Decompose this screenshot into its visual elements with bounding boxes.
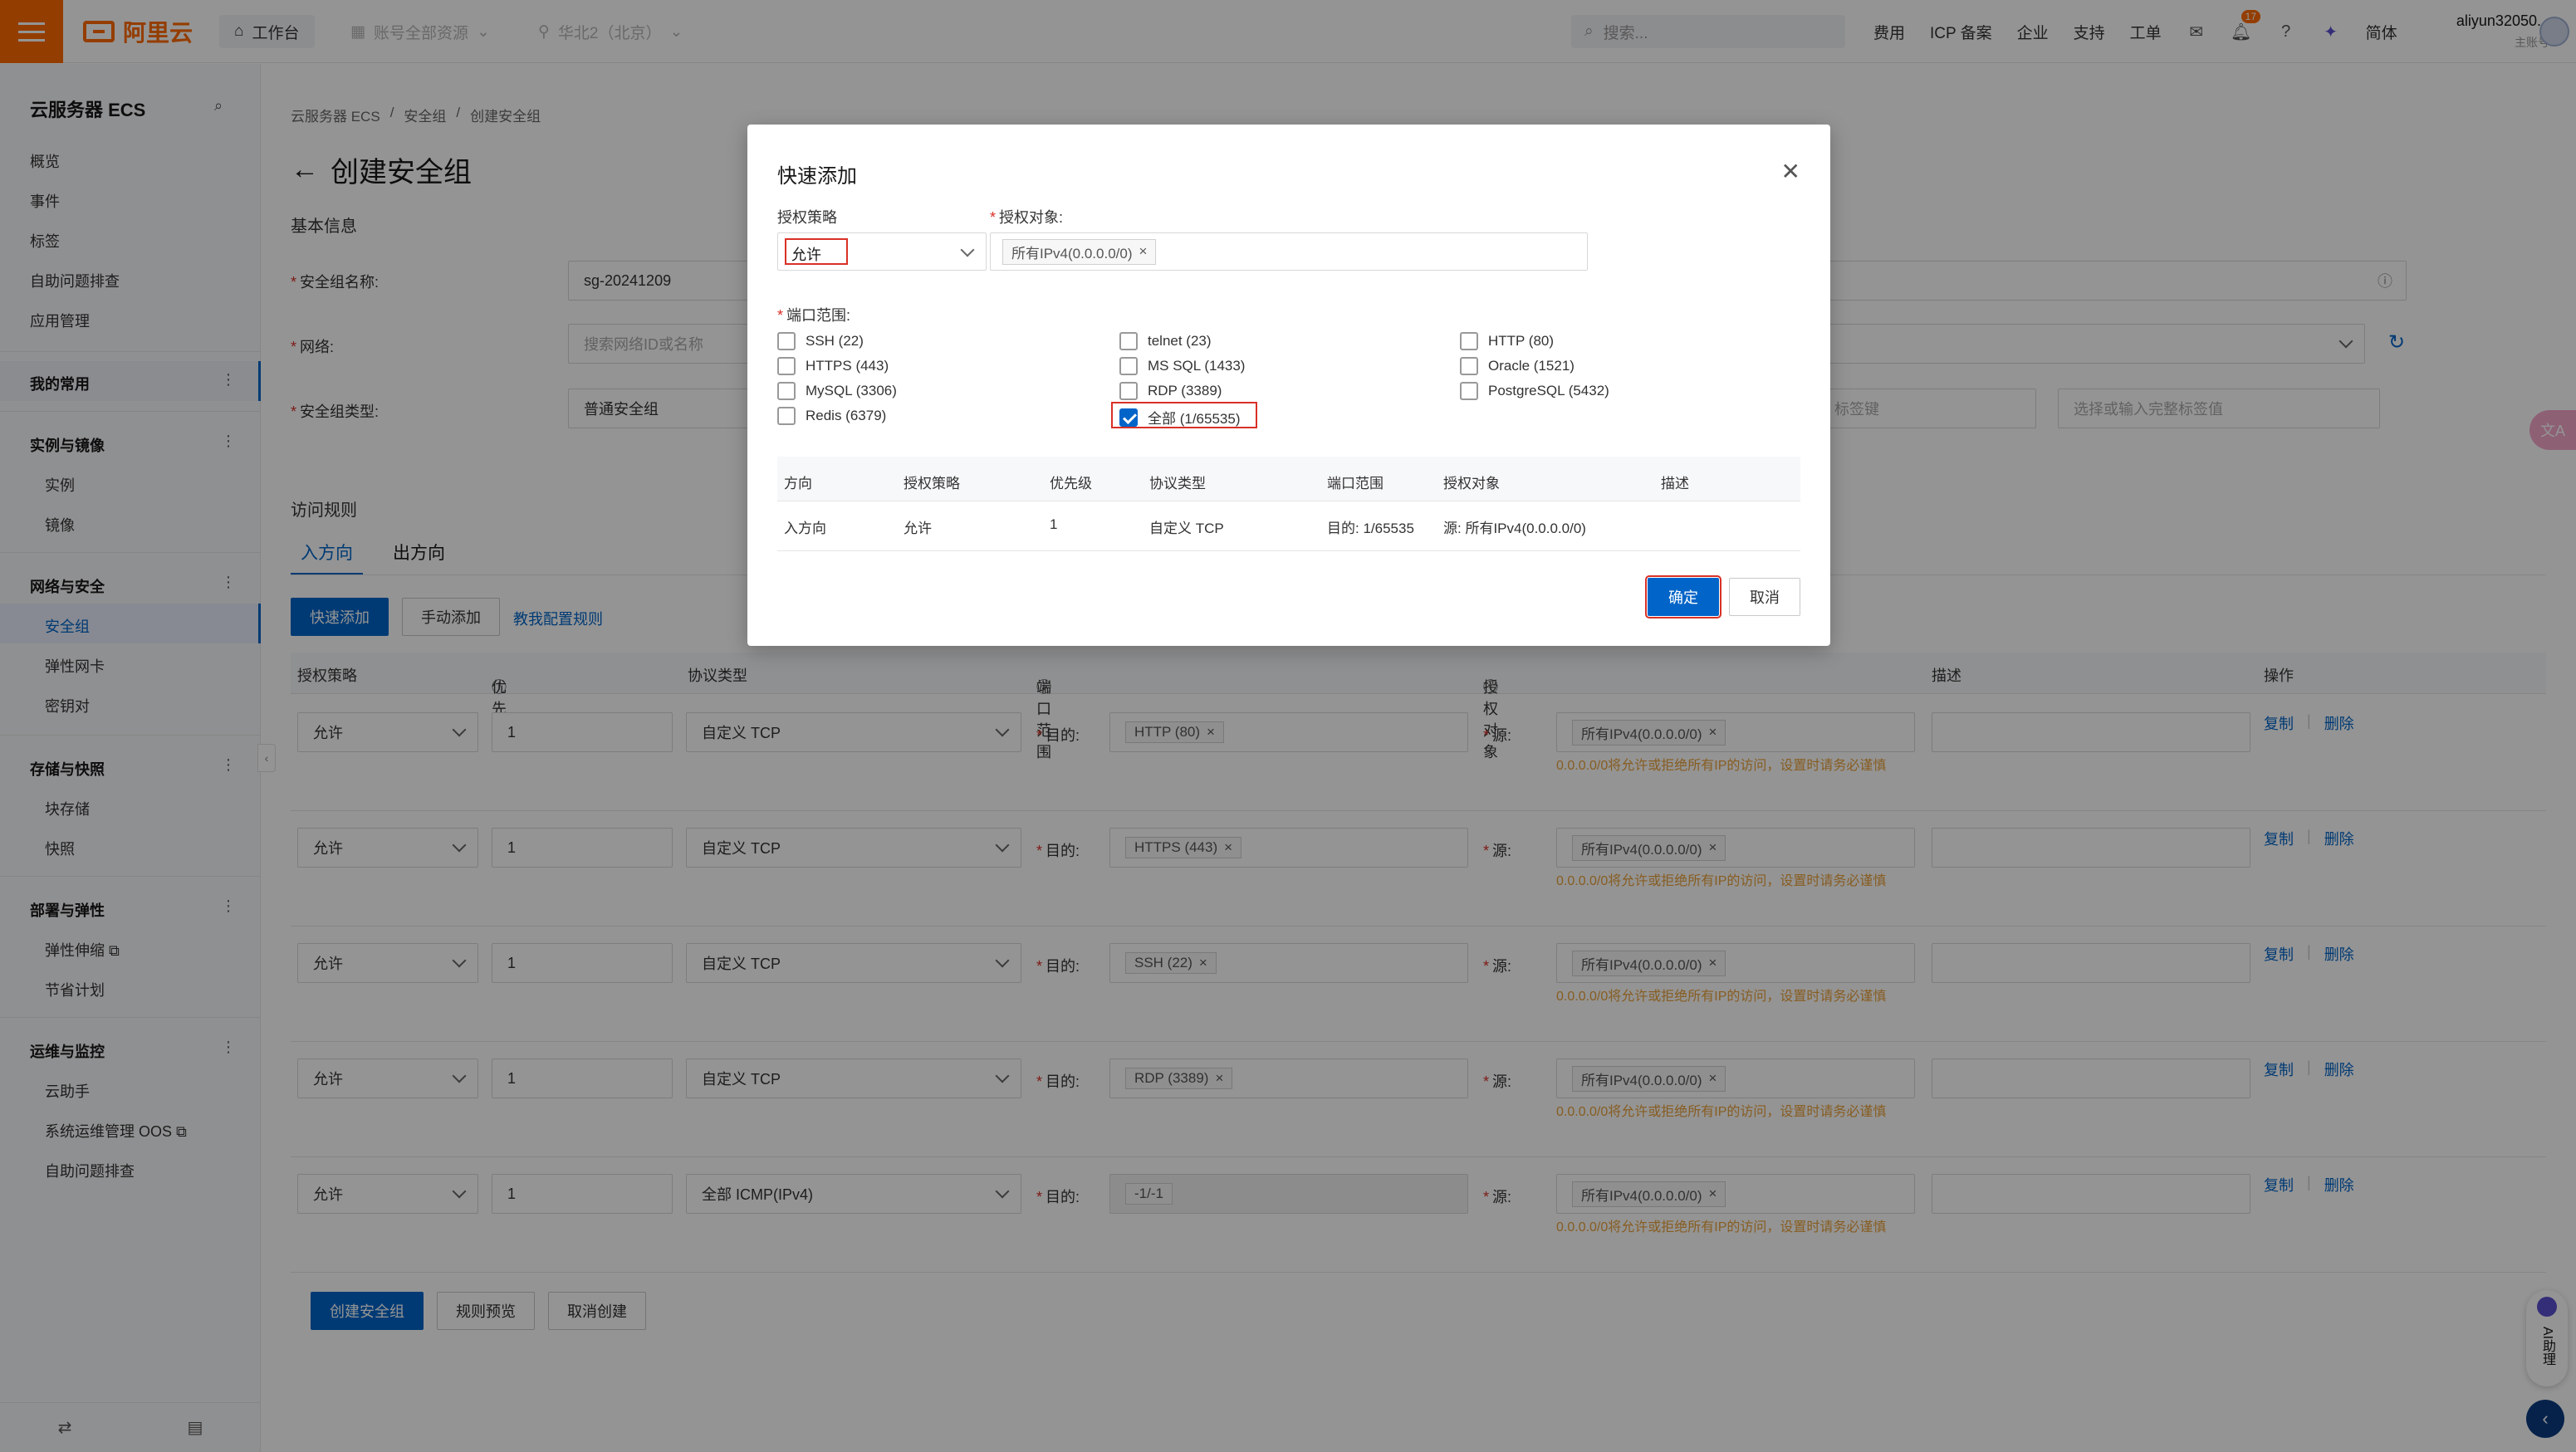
cell-priority: 1 — [1050, 516, 1058, 532]
col-description: 描述 — [1661, 476, 1689, 491]
checkbox-box — [1119, 332, 1138, 350]
target-input[interactable]: 所有IPv4(0.0.0.0/0) × — [990, 232, 1588, 271]
confirm-button[interactable]: 确定 — [1645, 575, 1721, 618]
checkbox-box — [1119, 357, 1138, 375]
checkbox-label: SSH (22) — [806, 333, 864, 349]
cell-port: 目的: 1/65535 — [1327, 521, 1414, 536]
col-protocol: 协议类型 — [1149, 476, 1206, 491]
checkbox-label: RDP (3389) — [1148, 383, 1222, 398]
checkbox-ssh[interactable]: SSH (22) — [777, 332, 864, 350]
col-policy: 授权策略 — [904, 476, 960, 491]
close-icon[interactable]: ✕ — [1781, 158, 1800, 185]
policy-label: 授权策略 — [777, 209, 837, 226]
checkbox-box — [1460, 332, 1478, 350]
checkbox-box — [777, 382, 796, 400]
checkbox-oracle[interactable]: Oracle (1521) — [1460, 357, 1574, 375]
checkbox-label: 全部 (1/65535) — [1148, 411, 1241, 427]
dialog-title: 快速添加 — [777, 165, 857, 188]
checkbox-label: telnet (23) — [1148, 333, 1212, 349]
quick-add-dialog: 快速添加 ✕ 授权策略 * 授权对象: 允许 所有IPv4(0.0.0.0/0) ×… — [747, 125, 1830, 646]
checkbox-label: MySQL (3306) — [806, 383, 897, 398]
checkbox-telnet[interactable]: telnet (23) — [1119, 332, 1212, 350]
checkbox-box — [1119, 382, 1138, 400]
policy-select[interactable]: 允许 — [777, 232, 987, 271]
checkbox-mysql[interactable]: MySQL (3306) — [777, 382, 897, 400]
policy-value: 允许 — [785, 238, 848, 265]
cell-protocol: 自定义 TCP — [1149, 521, 1224, 536]
col-direction: 方向 — [784, 476, 812, 491]
preview-table: 方向 授权策略 优先级 协议类型 端口范围 授权对象 描述 入方向 允许 1 自… — [777, 457, 1800, 551]
checkbox-redis[interactable]: Redis (6379) — [777, 407, 886, 425]
target-label: * 授权对象: — [990, 209, 1064, 226]
checkbox-label: PostgreSQL (5432) — [1488, 383, 1609, 398]
checkbox-label: Oracle (1521) — [1488, 358, 1574, 374]
col-target: 授权对象 — [1443, 476, 1500, 491]
cancel-button[interactable]: 取消 — [1729, 578, 1800, 616]
preview-table-header: 方向 授权策略 优先级 协议类型 端口范围 授权对象 描述 — [777, 457, 1800, 501]
checkbox-rdp[interactable]: RDP (3389) — [1119, 382, 1222, 400]
col-priority: 优先级 — [1050, 476, 1092, 491]
target-tag: 所有IPv4(0.0.0.0/0) × — [1002, 238, 1157, 265]
checkbox-box — [777, 407, 796, 425]
checkbox-all-ports[interactable]: 全部 (1/65535) — [1119, 407, 1241, 428]
checkbox-label: Redis (6379) — [806, 408, 887, 423]
cell-direction: 入方向 — [784, 521, 826, 536]
chevron-down-icon — [960, 242, 975, 257]
table-row: 入方向 允许 1 自定义 TCP 目的: 1/65535 源: 所有IPv4(0… — [777, 501, 1800, 551]
checkbox-http[interactable]: HTTP (80) — [1460, 332, 1554, 350]
target-tag-label: 所有IPv4(0.0.0.0/0) — [1011, 245, 1133, 262]
checkbox-box — [1460, 382, 1478, 400]
checkbox-mssql[interactable]: MS SQL (1433) — [1119, 357, 1245, 375]
cell-policy: 允许 — [904, 521, 932, 536]
checkbox-box-checked — [1119, 408, 1138, 427]
target-label-text: 授权对象: — [999, 209, 1064, 226]
checkbox-postgresql[interactable]: PostgreSQL (5432) — [1460, 382, 1609, 400]
close-icon[interactable]: × — [1139, 243, 1148, 260]
port-range-label-text: 端口范围: — [786, 307, 851, 324]
checkbox-label: HTTPS (443) — [806, 358, 889, 374]
port-range-label: * 端口范围: — [777, 307, 851, 324]
col-port: 端口范围 — [1327, 476, 1383, 491]
checkbox-label: MS SQL (1433) — [1148, 358, 1246, 374]
checkbox-https[interactable]: HTTPS (443) — [777, 357, 889, 375]
cell-target: 源: 所有IPv4(0.0.0.0/0) — [1443, 521, 1586, 536]
checkbox-box — [777, 357, 796, 375]
checkbox-box — [777, 332, 796, 350]
checkbox-box — [1460, 357, 1478, 375]
checkbox-label: HTTP (80) — [1488, 333, 1555, 349]
